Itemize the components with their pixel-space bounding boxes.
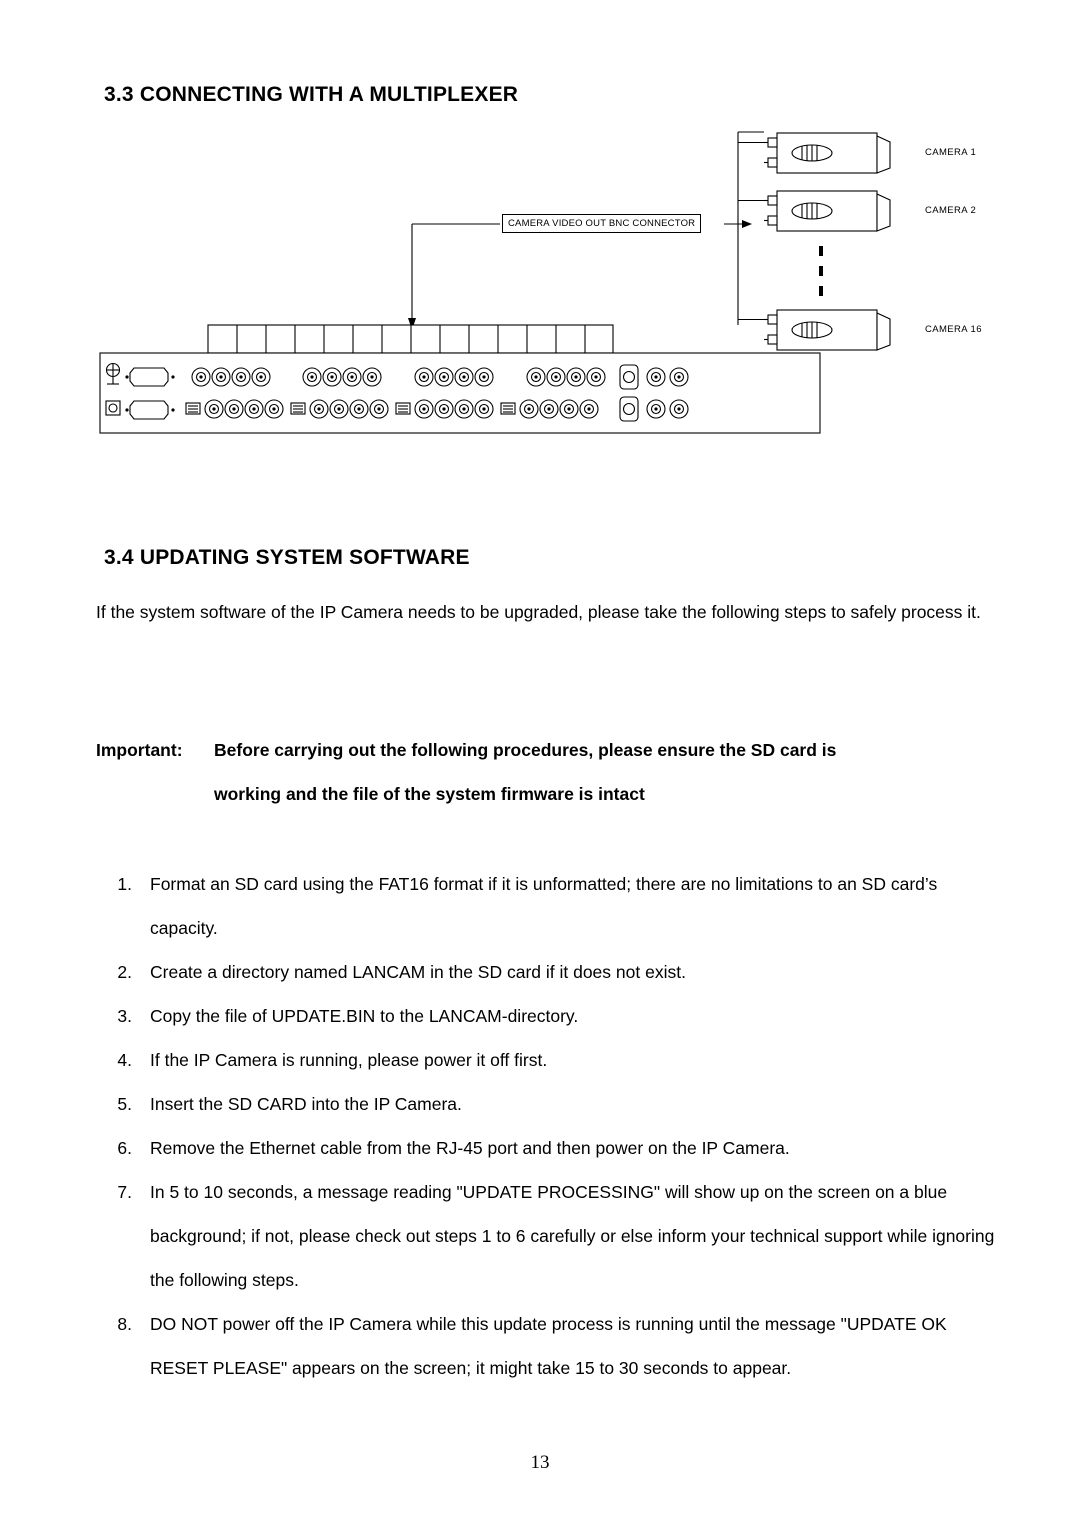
list-item: 5. Insert the SD CARD into the IP Camera…	[92, 1082, 1004, 1126]
list-item-number: 4.	[117, 1050, 132, 1070]
list-item: 1. Format an SD card using the FAT16 for…	[92, 862, 1004, 950]
camera-2-label: CAMERA 2	[925, 205, 977, 216]
camera-2-graphic	[764, 190, 891, 232]
important-line-1: Before carrying out the following proced…	[214, 740, 837, 760]
list-item-number: 5.	[117, 1094, 132, 1114]
list-item-number: 1.	[117, 874, 132, 894]
important-line-2: working and the file of the system firmw…	[214, 784, 645, 804]
camera-16-label: CAMERA 16	[925, 324, 982, 335]
camera-bus-lines	[737, 131, 764, 325]
document-page: 3.3 CONNECTING WITH A MULTIPLEXER CAMERA…	[0, 0, 1080, 1533]
camera-1-graphic	[764, 132, 891, 174]
list-item-number: 6.	[117, 1138, 132, 1158]
section-heading-3-4: 3.4 UPDATING SYSTEM SOFTWARE	[104, 546, 470, 569]
multiplexer-chassis	[99, 324, 821, 434]
section-heading-3-3: 3.3 CONNECTING WITH A MULTIPLEXER	[104, 83, 519, 106]
intro-paragraph: If the system software of the IP Camera …	[96, 602, 981, 622]
page-number: 13	[530, 1452, 550, 1473]
list-item-text: In 5 to 10 seconds, a message reading "U…	[150, 1182, 995, 1290]
list-item: 3. Copy the file of UPDATE.BIN to the LA…	[92, 994, 1004, 1038]
multiplexer-connection-diagram: CAMERA VIDEO OUT BNC CONNECTOR CAMERA 1 …	[90, 118, 1020, 438]
list-item-text: Insert the SD CARD into the IP Camera.	[150, 1094, 462, 1114]
important-label: Important:	[96, 740, 183, 760]
list-item: 6. Remove the Ethernet cable from the RJ…	[92, 1126, 1004, 1170]
list-item-number: 3.	[117, 1006, 132, 1026]
callout-arrow-to-multiplexer	[408, 223, 500, 330]
list-item-text: Remove the Ethernet cable from the RJ-45…	[150, 1138, 790, 1158]
list-item: 7. In 5 to 10 seconds, a message reading…	[92, 1170, 1004, 1302]
list-item-number: 7.	[117, 1182, 132, 1202]
bnc-connector-callout: CAMERA VIDEO OUT BNC CONNECTOR	[502, 214, 702, 233]
update-steps-list: 1. Format an SD card using the FAT16 for…	[92, 862, 1004, 1390]
list-item-text: If the IP Camera is running, please powe…	[150, 1050, 548, 1070]
camera-16-graphic	[764, 309, 891, 351]
camera-1-label: CAMERA 1	[925, 147, 977, 158]
list-item-text: DO NOT power off the IP Camera while thi…	[150, 1314, 947, 1378]
list-item-number: 2.	[117, 962, 132, 982]
list-item: 2. Create a directory named LANCAM in th…	[92, 950, 1004, 994]
list-item: 8. DO NOT power off the IP Camera while …	[92, 1302, 1004, 1390]
vertical-ellipsis-icon	[819, 246, 825, 296]
list-item-text: Format an SD card using the FAT16 format…	[150, 874, 938, 938]
list-item-text: Copy the file of UPDATE.BIN to the LANCA…	[150, 1006, 579, 1026]
important-note: Important: Before carrying out the follow…	[96, 728, 996, 816]
list-item-number: 8.	[117, 1314, 132, 1334]
list-item-text: Create a directory named LANCAM in the S…	[150, 962, 686, 982]
list-item: 4. If the IP Camera is running, please p…	[92, 1038, 1004, 1082]
diagram-svg	[99, 131, 891, 434]
